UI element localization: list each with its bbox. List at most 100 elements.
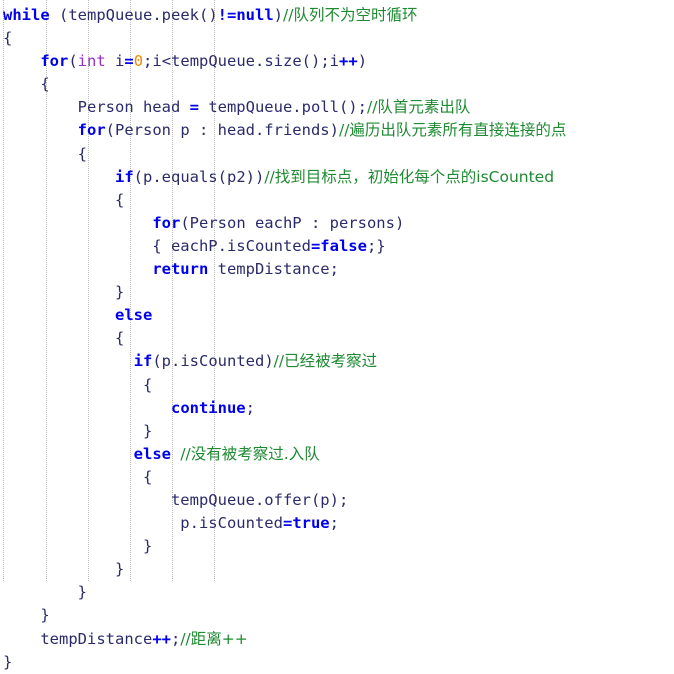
code-token-cmt: //遍历出队元素所有直接连接的点 <box>338 121 567 140</box>
code-token-id: (p.equals <box>133 167 218 186</box>
code-line[interactable]: { <box>3 327 674 350</box>
code-token-brc: { <box>3 190 125 209</box>
code-token-id <box>3 352 134 370</box>
code-line[interactable]: } <box>3 281 674 304</box>
code-line[interactable]: } <box>3 535 674 558</box>
code-token-cmt: //没有被考察过.入队 <box>180 444 320 463</box>
code-token-brc: } <box>3 606 50 625</box>
code-token-cmt: //已经被考察过 <box>273 352 378 371</box>
code-token-id: Person eachP : persons <box>189 213 395 232</box>
code-token-id <box>3 121 78 139</box>
code-token-kw: continue <box>170 398 246 417</box>
code-token-kw: true <box>292 514 330 533</box>
code-token-id <box>3 260 152 278</box>
code-token-kw: false <box>320 236 367 255</box>
code-token-op: ++ <box>339 52 358 71</box>
code-line[interactable]: { <box>3 189 674 212</box>
code-lines-container[interactable]: while (tempQueue.peek()!=null)//队列不为空时循环… <box>0 0 674 674</box>
code-token-pun: ) <box>254 167 265 186</box>
code-line[interactable]: } <box>3 581 674 604</box>
code-token-num: 0 <box>133 52 144 71</box>
code-token-pun: ) <box>273 6 283 24</box>
code-token-id: tempDistance; <box>208 260 339 279</box>
code-token-id <box>3 445 134 463</box>
code-line[interactable]: else <box>3 304 674 327</box>
code-token-pun: ( <box>180 213 190 232</box>
code-token-id: i <box>105 52 125 71</box>
code-token-id <box>3 214 152 232</box>
code-line[interactable]: for(Person p : head.friends)//遍历出队元素所有直接… <box>3 119 674 142</box>
code-token-pun: ) <box>394 213 405 232</box>
code-token-kw: else <box>114 306 153 325</box>
code-token-pun: (p) <box>310 490 339 509</box>
code-token-brc: { <box>3 75 50 94</box>
code-line[interactable]: return tempDistance; <box>3 258 674 281</box>
code-line[interactable]: if(p.equals(p2))//找到目标点，初始化每个点的isCounted <box>3 166 674 189</box>
code-line[interactable]: if(p.isCounted)//已经被考察过 <box>3 350 674 373</box>
code-token-id: ; <box>338 490 349 509</box>
code-line[interactable]: for(Person eachP : persons) <box>3 212 674 235</box>
code-token-kw: null <box>236 6 274 24</box>
code-token-id: { eachP.isCounted <box>3 236 311 255</box>
code-line[interactable]: for(int i=0;i<tempQueue.size();i++) <box>3 50 674 73</box>
code-token-id: Person head <box>3 98 190 117</box>
code-token-pun: () <box>301 52 321 71</box>
code-token-kw: for <box>152 213 181 232</box>
code-token-id: p.isCounted <box>3 514 283 533</box>
code-token-brc: } <box>3 537 153 556</box>
code-token-pun: ) <box>264 352 274 371</box>
code-token-op: = <box>189 98 199 117</box>
code-token-op: = <box>282 514 293 533</box>
code-line[interactable]: while (tempQueue.peek()!=null)//队列不为空时循环 <box>3 4 674 27</box>
code-token-typ: int <box>77 52 106 71</box>
code-line[interactable]: continue; <box>3 397 674 420</box>
code-token-pun: ) <box>329 121 339 140</box>
code-line[interactable]: } <box>3 604 674 627</box>
code-token-kw: return <box>152 260 209 279</box>
code-line[interactable]: { <box>3 27 674 50</box>
code-token-id: Person p : head.friends <box>115 121 330 140</box>
code-token-cmt: //找到目标点，初始化每个点的isCounted <box>264 167 555 186</box>
code-token-pun: () <box>338 98 358 117</box>
code-line[interactable]: { <box>3 374 674 397</box>
code-token-cmt: //距离++ <box>180 629 248 648</box>
code-token-pun: () <box>198 6 218 24</box>
code-token-op: = <box>310 236 321 255</box>
code-line[interactable]: { <box>3 143 674 166</box>
code-line[interactable]: } <box>3 651 674 674</box>
code-token-pun: ( <box>105 121 115 140</box>
code-token-id: ; <box>357 98 367 117</box>
code-token-brc: { <box>3 329 125 348</box>
code-token-pun: ) <box>357 52 368 71</box>
code-token-brc: { <box>3 375 153 394</box>
code-line[interactable]: } <box>3 558 674 581</box>
code-token-brc: { <box>3 144 87 163</box>
code-line[interactable]: { <box>3 73 674 96</box>
code-editor-viewport[interactable]: while (tempQueue.peek()!=null)//队列不为空时循环… <box>0 0 674 671</box>
code-line[interactable]: { eachP.isCounted=false;} <box>3 235 674 258</box>
code-token-kw: for <box>40 52 69 71</box>
code-token-id: ; <box>170 629 181 648</box>
code-token-kw: if <box>114 167 134 186</box>
code-line[interactable]: } <box>3 420 674 443</box>
code-token-brc: } <box>3 283 125 302</box>
code-token-brc: { <box>3 29 13 48</box>
code-token-id: tempQueue.poll <box>198 98 339 117</box>
code-token-id: (p.isCounted <box>152 352 265 371</box>
code-line[interactable]: { <box>3 466 674 489</box>
code-token-id <box>171 445 180 463</box>
code-token-op: != <box>217 6 237 24</box>
code-token-id <box>3 399 171 417</box>
code-line[interactable]: else //没有被考察过.入队 <box>3 443 674 466</box>
code-line[interactable]: tempQueue.offer(p); <box>3 489 674 512</box>
code-token-id: tempDistance <box>3 629 153 648</box>
code-line[interactable]: Person head = tempQueue.poll();//队首元素出队 <box>3 96 674 119</box>
code-line[interactable]: p.isCounted=true; <box>3 512 674 535</box>
code-token-kw: else <box>133 444 171 463</box>
code-token-id <box>3 52 40 70</box>
code-token-id: ; <box>329 514 339 533</box>
code-token-id: (tempQueue.peek <box>49 6 199 24</box>
code-token-op: = <box>124 52 134 71</box>
code-line[interactable]: tempDistance++;//距离++ <box>3 628 674 651</box>
code-token-brc: { <box>3 467 153 486</box>
